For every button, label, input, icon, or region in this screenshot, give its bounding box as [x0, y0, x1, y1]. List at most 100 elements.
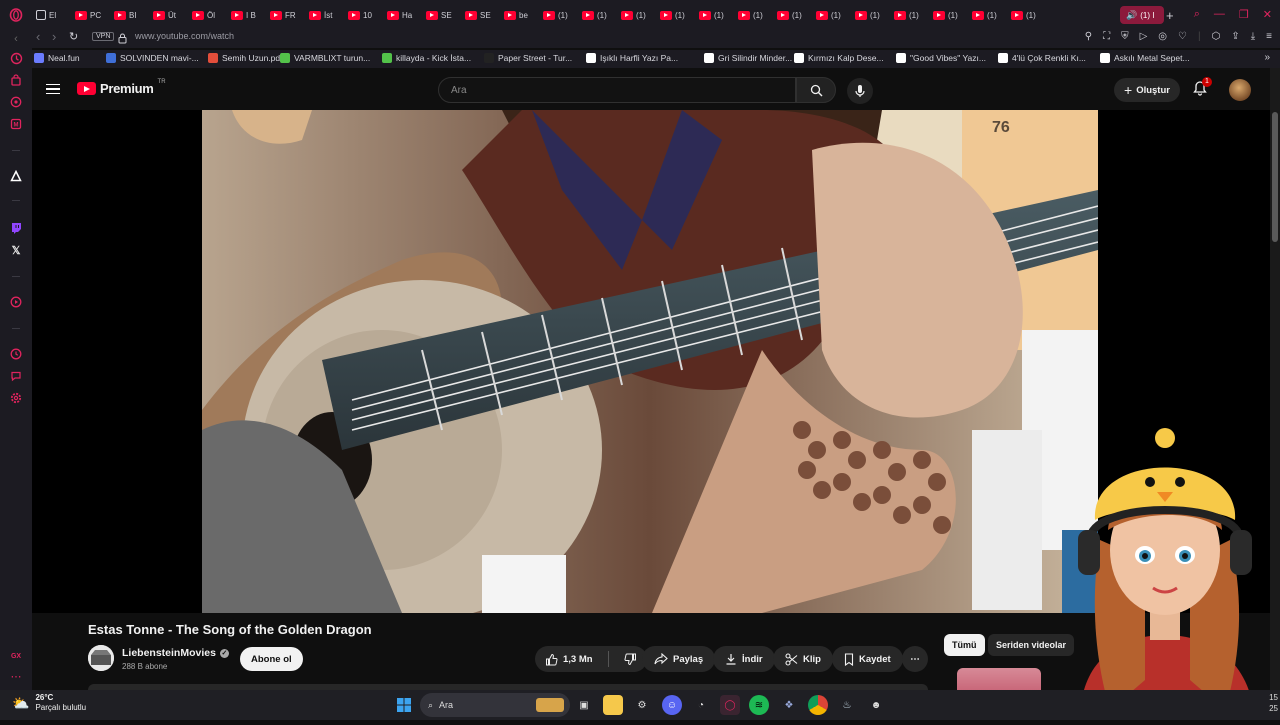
- bookmark-item[interactable]: Neal.fun: [34, 53, 80, 63]
- user-avatar[interactable]: [1229, 79, 1251, 101]
- app2-icon[interactable]: ☻: [866, 695, 886, 715]
- tab[interactable]: (1): [972, 6, 1008, 24]
- tab[interactable]: SE: [426, 6, 462, 24]
- gx-corner-icon[interactable]: [9, 96, 23, 110]
- x-twitter-icon[interactable]: 𝕏: [9, 244, 23, 258]
- tab[interactable]: (1): [816, 6, 852, 24]
- notifications-button[interactable]: 1: [1192, 77, 1212, 100]
- like-button[interactable]: 1,3 Mn: [535, 646, 603, 672]
- download-button[interactable]: İndir: [713, 646, 775, 672]
- task-view-icon[interactable]: ▣: [574, 695, 594, 715]
- tab[interactable]: SE: [465, 6, 501, 24]
- camera-icon[interactable]: ◎: [1158, 31, 1167, 42]
- back-icon[interactable]: ‹: [36, 29, 40, 44]
- ai-icon[interactable]: [9, 169, 23, 184]
- tab[interactable]: (1): [582, 6, 618, 24]
- music-player-icon[interactable]: M: [9, 118, 23, 132]
- bookmark-item[interactable]: Işıklı Harfli Yazı Pa...: [586, 53, 678, 63]
- lock-icon[interactable]: [118, 31, 127, 49]
- tab[interactable]: Ha: [387, 6, 423, 24]
- back-icon[interactable]: ‹: [9, 32, 23, 46]
- video-frame[interactable]: 76: [202, 110, 1098, 613]
- discord-icon[interactable]: ☺: [662, 695, 682, 715]
- shield-icon[interactable]: ⛨: [1121, 31, 1129, 42]
- reload-icon[interactable]: ↻: [69, 30, 78, 43]
- clock-icon[interactable]: [9, 348, 23, 362]
- heart-icon[interactable]: ♡: [1178, 31, 1187, 42]
- tab[interactable]: I B: [231, 6, 267, 24]
- bookmark-item[interactable]: Kırmızı Kalp Dese...: [794, 53, 884, 63]
- minimize-icon[interactable]: —: [1214, 8, 1225, 21]
- bookmark-item[interactable]: 4'lü Çok Renkli Kı...: [998, 53, 1086, 63]
- chrome-icon[interactable]: [808, 695, 828, 715]
- tab[interactable]: FR: [270, 6, 306, 24]
- recommended-video-thumbnail[interactable]: [957, 668, 1041, 690]
- screenshot-icon[interactable]: ⛶: [1103, 31, 1110, 42]
- tab[interactable]: (1): [777, 6, 813, 24]
- hamburger-menu-icon[interactable]: [46, 84, 60, 94]
- spotify-icon[interactable]: ≋: [749, 695, 769, 715]
- channel-name[interactable]: LiebensteinMovies ✓: [122, 647, 229, 659]
- speaker-icon[interactable]: 🔊: [1126, 10, 1137, 21]
- subscribe-button[interactable]: Abone ol: [240, 647, 303, 671]
- tab-active[interactable]: 🔊 (1) I: [1120, 6, 1164, 24]
- tab[interactable]: Öl: [192, 6, 228, 24]
- history-icon[interactable]: [9, 52, 23, 66]
- player-icon[interactable]: [9, 296, 23, 310]
- game-launcher-icon[interactable]: ❖: [779, 695, 799, 715]
- voice-search-button[interactable]: [847, 78, 873, 104]
- settings-icon[interactable]: [9, 392, 23, 406]
- forward-icon[interactable]: ›: [52, 29, 56, 44]
- scrollbar-thumb[interactable]: [1272, 112, 1278, 242]
- tab[interactable]: (1): [543, 6, 579, 24]
- app-icon[interactable]: ◔: [691, 695, 711, 715]
- bookmark-item[interactable]: Askılı Metal Sepet...: [1100, 53, 1190, 63]
- tab[interactable]: (1): [894, 6, 930, 24]
- bag-icon[interactable]: [9, 74, 23, 88]
- windows-start-icon[interactable]: [394, 695, 414, 715]
- share-button[interactable]: Paylaş: [642, 646, 716, 672]
- tab[interactable]: PC: [75, 6, 111, 24]
- bookmark-item[interactable]: "Good Vibes" Yazı...: [896, 53, 986, 63]
- tab[interactable]: (1): [1011, 6, 1047, 24]
- vpn-badge[interactable]: VPN: [92, 32, 115, 41]
- steam-like-icon[interactable]: ⚙: [632, 695, 652, 715]
- new-tab-button[interactable]: +: [1166, 6, 1174, 24]
- chat-icon[interactable]: [9, 370, 23, 384]
- clip-button[interactable]: Klip: [773, 646, 833, 672]
- save-button[interactable]: Kaydet: [832, 646, 903, 672]
- bookmark-item[interactable]: VARMBLIXT turun...: [280, 53, 370, 63]
- share-icon[interactable]: ⇪: [1231, 31, 1239, 42]
- tab[interactable]: (1): [621, 6, 657, 24]
- tab[interactable]: (1): [933, 6, 969, 24]
- bookmarks-overflow-icon[interactable]: »: [1264, 52, 1270, 63]
- url-field[interactable]: www.youtube.com/watch: [135, 31, 234, 41]
- tab[interactable]: İst: [309, 6, 345, 24]
- more-icon[interactable]: ⋯: [9, 670, 23, 684]
- bookmark-item[interactable]: SOLVINDEN mavi-...: [106, 53, 199, 63]
- maximize-icon[interactable]: ❐: [1239, 8, 1249, 21]
- channel-avatar[interactable]: [88, 645, 114, 671]
- tab[interactable]: be: [504, 6, 540, 24]
- opera-gx-icon[interactable]: ◯: [720, 695, 740, 715]
- opera-logo-icon[interactable]: [9, 8, 23, 22]
- bookmark-item[interactable]: Semih Uzun.pdf: [208, 53, 282, 63]
- tab[interactable]: BI: [114, 6, 150, 24]
- tab[interactable]: (1): [738, 6, 774, 24]
- weather-widget[interactable]: ⛅ 26°C Parçalı bulutlu: [12, 693, 86, 713]
- play-icon[interactable]: ▷: [1140, 31, 1148, 42]
- taskbar-search[interactable]: ⌕ Ara: [420, 693, 570, 717]
- bookmark-item[interactable]: Paper Street - Tur...: [484, 53, 572, 63]
- search-button[interactable]: [796, 77, 836, 103]
- search-tabs-icon[interactable]: ⌕: [1194, 8, 1200, 21]
- system-clock[interactable]: 15 25: [1262, 692, 1278, 714]
- close-icon[interactable]: ✕: [1263, 8, 1272, 21]
- tab[interactable]: (1): [699, 6, 735, 24]
- file-explorer-icon[interactable]: [603, 695, 623, 715]
- search-input[interactable]: [439, 78, 795, 102]
- menu-icon[interactable]: ≡: [1266, 31, 1272, 42]
- chip-all[interactable]: Tümü: [944, 634, 985, 656]
- tab[interactable]: (1): [855, 6, 891, 24]
- tab[interactable]: El: [36, 6, 72, 24]
- bookmark-item[interactable]: Gri Silindir Minder...: [704, 53, 792, 63]
